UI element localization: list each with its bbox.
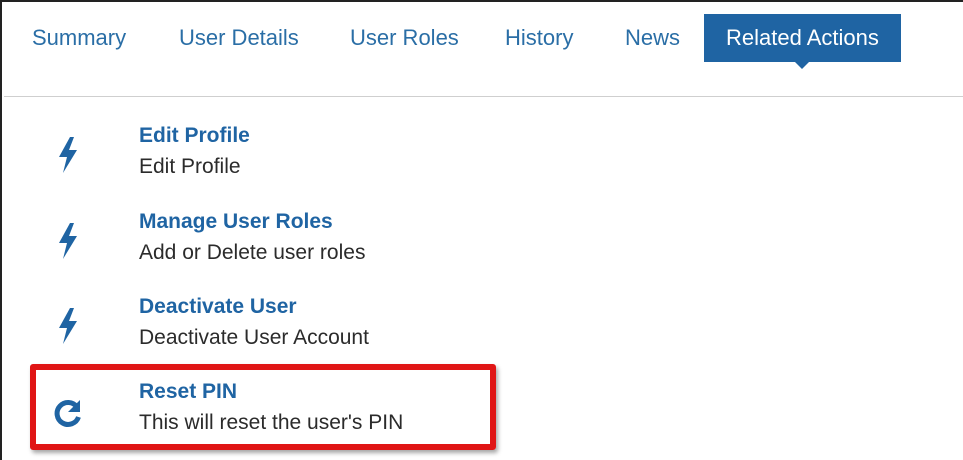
- action-description: Add or Delete user roles: [139, 241, 366, 264]
- action-description: Deactivate User Account: [139, 326, 369, 349]
- action-deactivate-user: Deactivate User Deactivate User Account: [4, 292, 604, 372]
- tab-user-details[interactable]: User Details: [179, 16, 299, 60]
- refresh-icon: [48, 393, 88, 433]
- tab-summary[interactable]: Summary: [32, 16, 126, 60]
- tab-history[interactable]: History: [505, 16, 573, 60]
- action-title-link[interactable]: Manage User Roles: [139, 207, 333, 237]
- action-description: Edit Profile: [139, 155, 241, 178]
- action-reset-pin: Reset PIN This will reset the user's PIN: [4, 377, 604, 457]
- related-actions-panel: Summary User Details User Roles History …: [0, 0, 963, 460]
- action-title-link[interactable]: Deactivate User: [139, 292, 297, 322]
- lightning-bolt-icon: [48, 221, 88, 261]
- lightning-bolt-icon: [48, 306, 88, 346]
- action-title-link[interactable]: Reset PIN: [139, 377, 237, 407]
- tab-user-roles[interactable]: User Roles: [350, 16, 459, 60]
- tab-news[interactable]: News: [625, 16, 680, 60]
- action-description: This will reset the user's PIN: [139, 411, 404, 434]
- action-edit-profile: Edit Profile Edit Profile: [4, 121, 604, 201]
- lightning-bolt-icon: [48, 135, 88, 175]
- tab-bar: Summary User Details User Roles History …: [4, 4, 963, 97]
- tab-related-actions-label: Related Actions: [726, 25, 879, 50]
- active-tab-pointer: [794, 61, 811, 69]
- action-manage-user-roles: Manage User Roles Add or Delete user rol…: [4, 207, 604, 287]
- action-title-link[interactable]: Edit Profile: [139, 121, 250, 151]
- tab-related-actions[interactable]: Related Actions: [704, 14, 901, 69]
